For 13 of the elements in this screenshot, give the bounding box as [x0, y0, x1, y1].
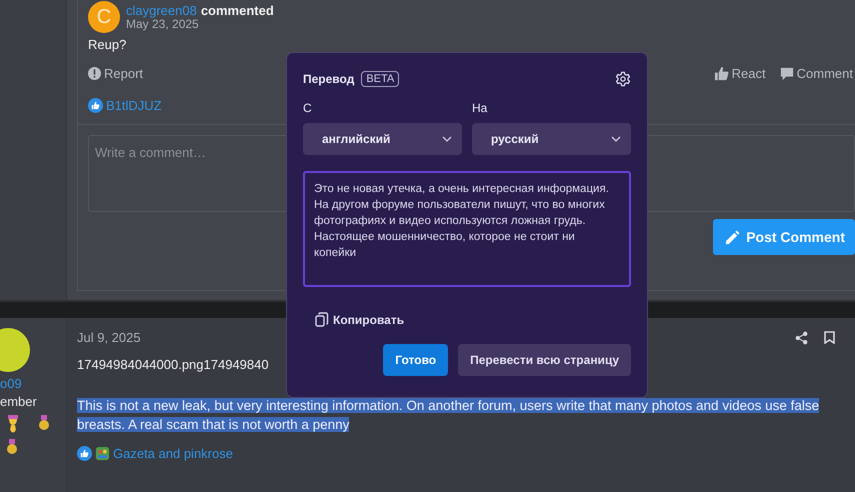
field-label: С — [303, 101, 313, 115]
comment-text: Reup? — [88, 37, 128, 52]
user-avatar: C — [88, 1, 120, 33]
popup-title: Перевод — [303, 72, 354, 86]
comment-date: May 23, 2025 — [126, 16, 200, 30]
user-title: ember — [0, 394, 38, 409]
dropdown-value: английский — [322, 132, 390, 146]
dropdown-value: русский — [491, 132, 539, 146]
field-label: На — [472, 101, 488, 115]
post-date: Jul 9, 2025 — [77, 330, 141, 345]
comment-action-text: commented — [200, 4, 274, 16]
attachment-filename: 17494984044000.png174949840 — [77, 357, 269, 372]
beta-badge: BETA — [361, 71, 400, 87]
